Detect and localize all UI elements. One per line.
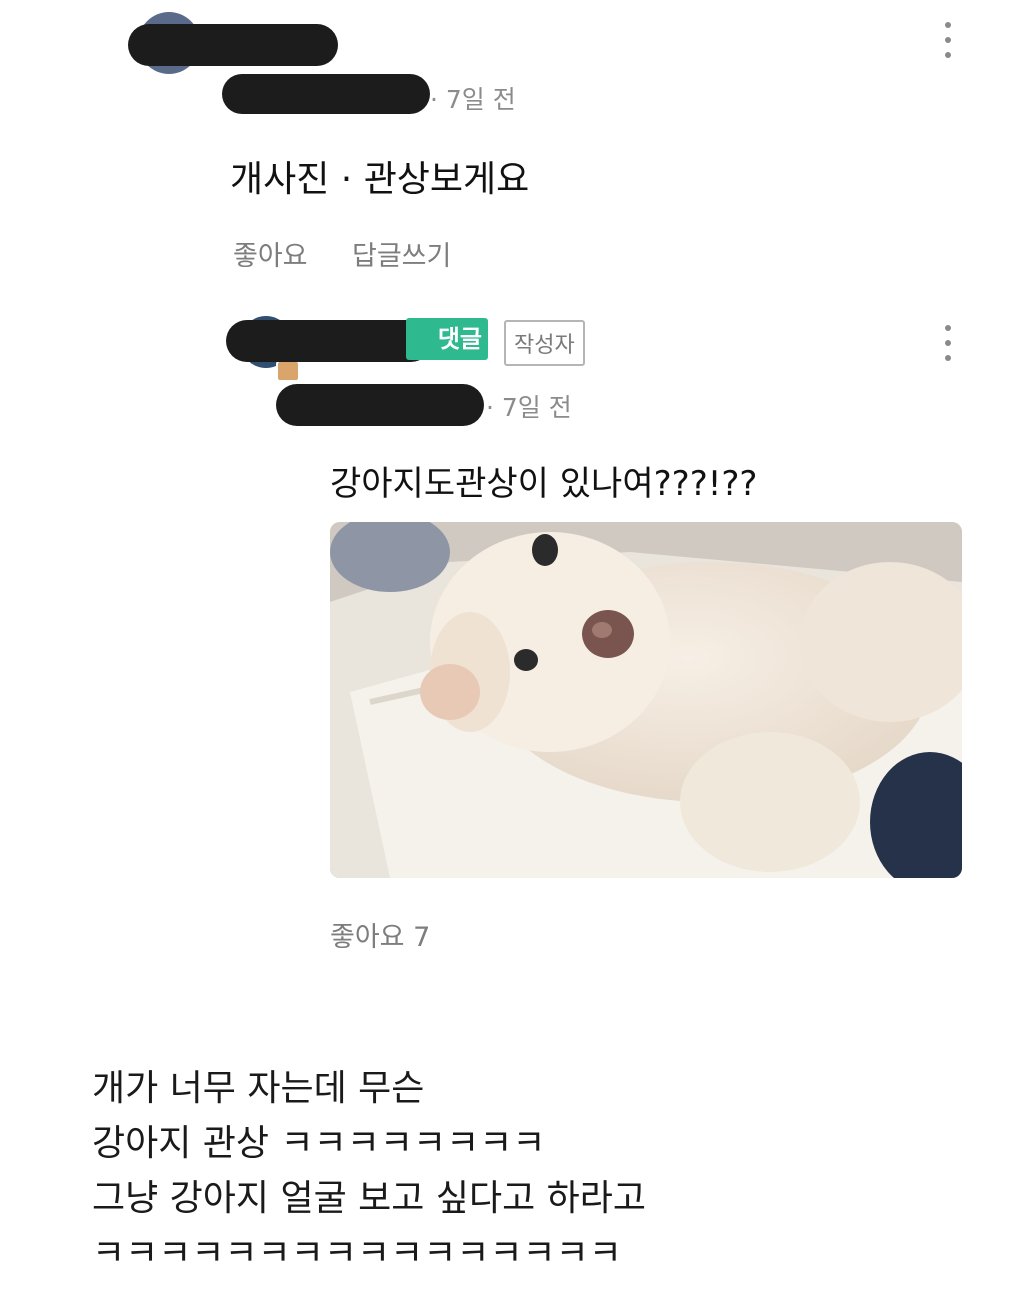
more-vertical-icon[interactable] [942, 22, 954, 58]
reply-button[interactable]: 답글쓰기 [352, 234, 451, 273]
caption-line: 그냥 강아지 얼굴 보고 싶다고 하라고 [92, 1178, 647, 1219]
like-button[interactable]: 좋아요 [233, 234, 308, 273]
comment-timestamp: · 7일 전 [430, 85, 516, 114]
dog-illustration [330, 522, 962, 878]
more-vertical-icon[interactable] [942, 325, 954, 361]
reply-text: 강아지도관상이 있나여???!?? [330, 464, 758, 504]
author-badge: 작성자 [504, 320, 585, 366]
caption-line: 강아지 관상 ㅋㅋㅋㅋㅋㅋㅋㅋ [92, 1123, 546, 1164]
reply-like-count[interactable]: 좋아요 7 [330, 915, 430, 954]
redacted-user-info [276, 384, 484, 426]
caption-line: ㅋㅋㅋㅋㅋㅋㅋㅋㅋㅋㅋㅋㅋㅋㅋㅋ [92, 1233, 622, 1274]
level-badge-icon [276, 360, 300, 382]
redacted-username [226, 320, 432, 362]
redacted-username [128, 24, 338, 66]
dog-photo[interactable] [330, 522, 962, 878]
redacted-user-info [222, 74, 430, 114]
comment-text: 개사진 · 관상보게요 [230, 159, 530, 200]
best-comment-badge: 댓글 [406, 318, 488, 360]
caption-line: 개가 너무 자는데 무슨 [92, 1068, 425, 1109]
reply-timestamp: · 7일 전 [486, 393, 572, 422]
